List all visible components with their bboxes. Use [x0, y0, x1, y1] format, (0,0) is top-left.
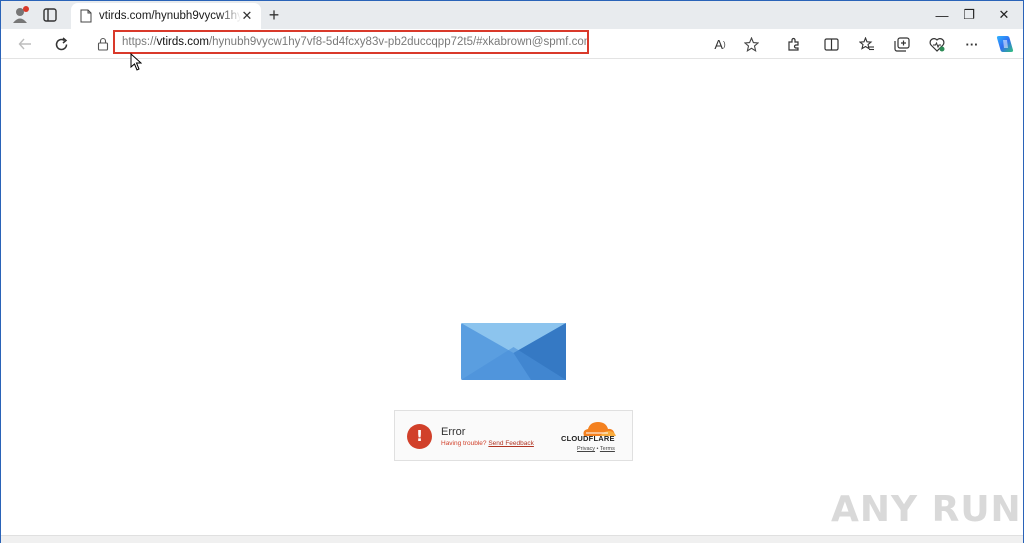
- more-icon[interactable]: ···: [961, 33, 983, 55]
- address-bar[interactable]: https://vtirds.com/hynubh9vycw1hy7vf8-5d…: [113, 30, 589, 54]
- tab-title: vtirds.com/hynubh9vycw1hy7vf8: [99, 10, 241, 22]
- bottom-edge: [1, 535, 1023, 543]
- page-content: ! Error Having trouble? Send Feedback CL…: [1, 60, 1023, 536]
- url-scheme: https://: [122, 36, 157, 48]
- tab-actions-icon[interactable]: [39, 5, 61, 25]
- browser-window: vtirds.com/hynubh9vycw1hy7vf8 ✕ + — ❐ ✕ …: [0, 0, 1024, 543]
- cloudflare-links: Privacy • Terms: [577, 446, 615, 452]
- send-feedback-link[interactable]: Send Feedback: [488, 440, 534, 447]
- reload-icon: [55, 36, 67, 50]
- error-help-text: Having trouble? Send Feedback: [441, 440, 534, 447]
- privacy-link[interactable]: Privacy: [577, 446, 595, 452]
- reload-button[interactable]: [49, 33, 73, 55]
- mouse-cursor-icon: [130, 53, 142, 71]
- tab-active[interactable]: vtirds.com/hynubh9vycw1hy7vf8 ✕: [71, 3, 261, 29]
- cloudflare-turnstile-widget: ! Error Having trouble? Send Feedback CL…: [394, 410, 633, 461]
- cloudflare-brand: CLOUDFLARE: [561, 434, 615, 443]
- trouble-text: Having trouble?: [441, 440, 489, 447]
- page-icon: [80, 9, 92, 23]
- favorites-icon[interactable]: [856, 33, 878, 55]
- read-aloud-icon[interactable]: A): [709, 33, 731, 55]
- extensions-icon[interactable]: [782, 33, 804, 55]
- tab-close-icon[interactable]: ✕: [240, 9, 254, 23]
- url-path: /hynubh9vycw1hy7vf8-5d4fcxy83v-pb2duccqp…: [208, 36, 589, 48]
- read-aloud-sup: ): [723, 39, 726, 49]
- favorite-star-icon[interactable]: [740, 33, 762, 55]
- split-screen-icon[interactable]: [820, 33, 842, 55]
- error-icon: !: [407, 424, 432, 449]
- envelope-icon: [461, 323, 566, 380]
- new-tab-button[interactable]: +: [263, 5, 285, 25]
- browser-toolbar: https://vtirds.com/hynubh9vycw1hy7vf8-5d…: [1, 29, 1023, 59]
- copilot-icon[interactable]: [994, 33, 1016, 55]
- lock-icon[interactable]: [97, 37, 109, 51]
- terms-link[interactable]: Terms: [600, 446, 615, 452]
- close-window-button[interactable]: ✕: [981, 1, 1024, 29]
- back-button[interactable]: [13, 33, 37, 55]
- error-title: Error: [441, 426, 466, 438]
- profile-icon[interactable]: [9, 5, 31, 25]
- back-arrow-icon: [18, 38, 31, 50]
- tab-strip: vtirds.com/hynubh9vycw1hy7vf8 ✕ + — ❐ ✕: [1, 1, 1023, 29]
- url-host: vtirds.com: [156, 36, 209, 48]
- browser-essentials-icon[interactable]: [926, 33, 948, 55]
- anyrun-watermark: ANY RUN: [831, 489, 1022, 530]
- read-aloud-glyph: A: [714, 36, 723, 52]
- collections-icon[interactable]: [891, 33, 913, 55]
